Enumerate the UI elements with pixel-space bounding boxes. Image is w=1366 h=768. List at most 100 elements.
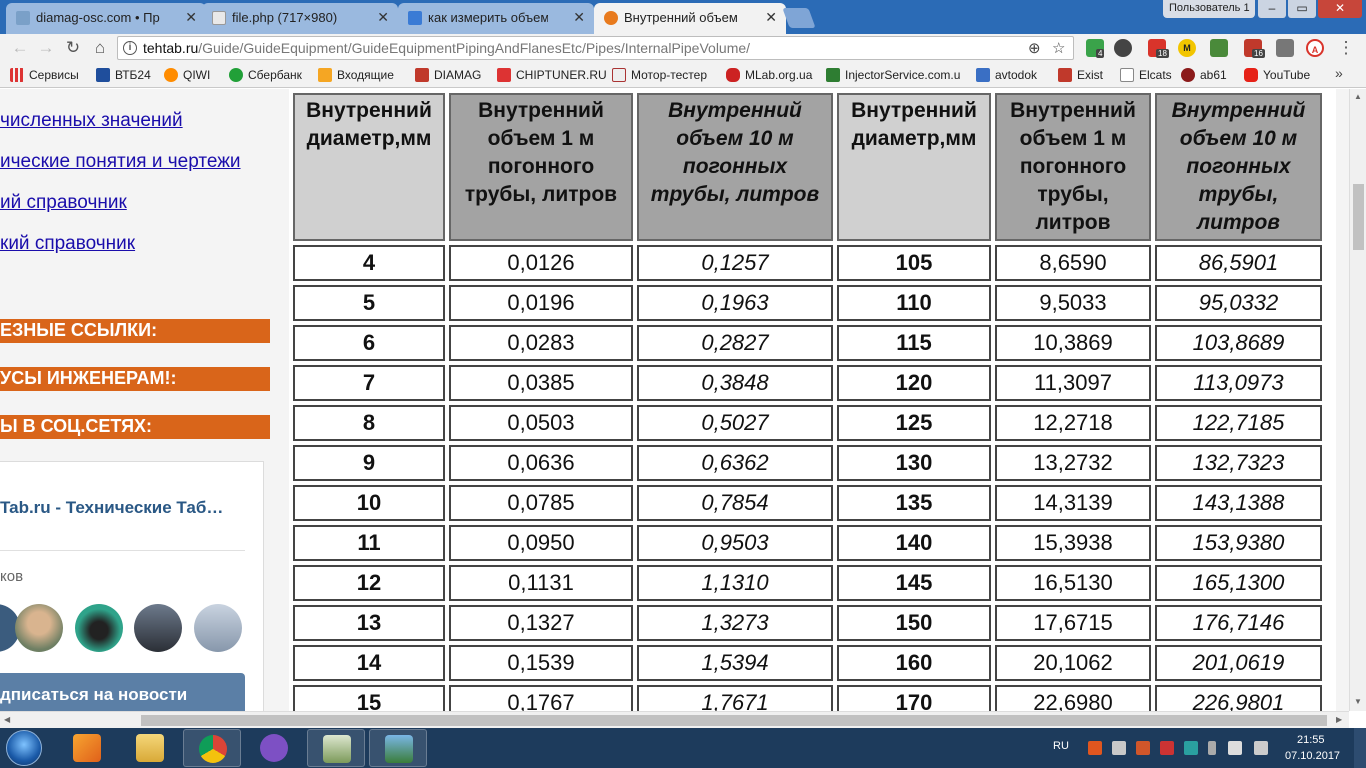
battery-icon[interactable]: [1208, 741, 1216, 755]
bookmark-inbox[interactable]: Входящие: [318, 68, 394, 82]
vk-subscribe-button[interactable]: дписаться на новости: [0, 673, 245, 711]
tab-close-icon[interactable]: ✕: [765, 9, 777, 26]
sidebar-link-numeric-values[interactable]: численных значений: [0, 110, 183, 132]
table-cell: 0,0385: [449, 365, 633, 401]
bookmark-qiwi[interactable]: QIWI: [164, 68, 210, 82]
horizontal-scroll-thumb[interactable]: [141, 715, 1327, 726]
clock-date[interactable]: 07.10.2017: [1285, 750, 1340, 762]
column-header-volume-10m: Внутренний объем 10 м погонных трубы, ли…: [1155, 93, 1322, 241]
table-cell: 115: [837, 325, 991, 361]
avatar[interactable]: [194, 604, 242, 652]
gear-favicon-icon: [604, 11, 618, 25]
tray-metamask-icon[interactable]: [1136, 741, 1150, 755]
bookmark-star-icon[interactable]: ☆: [1052, 39, 1065, 57]
taskbar-media-player[interactable]: [58, 729, 116, 767]
table-cell: 1,5394: [637, 645, 833, 681]
table-cell: 0,0283: [449, 325, 633, 361]
extension-location-icon[interactable]: [1114, 39, 1132, 57]
volume-icon[interactable]: [1254, 741, 1268, 755]
tab-favicon-icon: [16, 11, 30, 25]
tab-close-icon[interactable]: ✕: [185, 9, 197, 26]
table-cell: 12: [293, 565, 445, 601]
bookmark-elcats[interactable]: Elcats: [1120, 68, 1172, 82]
sidebar-link-reference-1[interactable]: ий справочник: [0, 192, 127, 214]
new-tab-button[interactable]: [782, 8, 816, 28]
clock-time[interactable]: 21:55: [1297, 734, 1325, 746]
bookmark-avtodok[interactable]: avtodok: [976, 68, 1037, 82]
bookmark-ab61[interactable]: ab61: [1181, 68, 1227, 82]
reload-button[interactable]: ↻: [63, 38, 83, 58]
browser-menu-icon[interactable]: ⋮: [1336, 38, 1356, 58]
table-cell: 9,5033: [995, 285, 1151, 321]
table-cell: 1,1310: [637, 565, 833, 601]
bookmark-chiptuner[interactable]: CHIPTUNER.RU: [497, 68, 607, 82]
bookmark-diamag[interactable]: DIAMAG: [415, 68, 481, 82]
language-indicator[interactable]: RU: [1053, 740, 1069, 752]
avatar[interactable]: [75, 604, 123, 652]
pipe-volume-table: Внутренний диаметр,мм Внутренний объем 1…: [289, 89, 1326, 711]
tray-red-icon[interactable]: [1160, 741, 1174, 755]
scroll-up-arrow-icon[interactable]: ▲: [1354, 92, 1362, 101]
tray-tool-icon[interactable]: [1112, 741, 1126, 755]
bookmark-injectorservice[interactable]: InjectorService.com.u: [826, 68, 960, 82]
tab-file-php[interactable]: file.php (717×980) ✕: [202, 3, 398, 34]
vk-community-title[interactable]: Tab.ru - Технические Таб…: [0, 498, 223, 518]
bookmark-apps[interactable]: Сервисы: [10, 68, 79, 82]
mail-icon: [318, 68, 332, 82]
tab-diamag[interactable]: diamag-osc.com • Прос ✕: [6, 3, 206, 34]
scroll-left-arrow-icon[interactable]: ◀: [4, 715, 10, 724]
tab-title: diamag-osc.com • Прос: [36, 10, 160, 25]
tab-close-icon[interactable]: ✕: [377, 9, 389, 26]
address-bar[interactable]: i tehtab.ru/Guide/GuideEquipment/GuideEq…: [117, 36, 1074, 60]
profile-button[interactable]: Пользователь 1: [1163, 0, 1255, 18]
taskbar-calculator[interactable]: [307, 729, 365, 767]
scroll-right-arrow-icon[interactable]: ▶: [1336, 715, 1342, 724]
taskbar-photo-viewer[interactable]: [369, 729, 427, 767]
bookmark-motor-tester[interactable]: Мотор-тестер: [612, 68, 707, 82]
bookmark-youtube[interactable]: YouTube: [1244, 68, 1310, 82]
taskbar-explorer[interactable]: [121, 729, 179, 767]
tab-internal-volume-active[interactable]: Внутренний объем пого ✕: [594, 3, 786, 34]
sidebar-link-technical-drawings[interactable]: ические понятия и чертежи: [0, 151, 241, 173]
vk-subscribers-label: ков: [0, 568, 24, 585]
taskbar-viber[interactable]: [245, 729, 303, 767]
maximize-button[interactable]: ▭: [1288, 0, 1316, 18]
table-cell: 0,0785: [449, 485, 633, 521]
forward-button[interactable]: →: [36, 38, 56, 58]
bookmark-label: Сервисы: [29, 68, 79, 82]
vertical-scroll-thumb[interactable]: [1353, 184, 1364, 250]
bookmark-vtb24[interactable]: ВТБ24: [96, 68, 151, 82]
tab-close-icon[interactable]: ✕: [573, 9, 585, 26]
scroll-down-arrow-icon[interactable]: ▼: [1354, 697, 1362, 706]
tray-network-app-icon[interactable]: [1184, 741, 1198, 755]
zoom-icon[interactable]: ⊕: [1028, 39, 1041, 57]
signal-icon[interactable]: [1228, 741, 1242, 755]
section-useful-links[interactable]: ЕЗНЫЕ ССЫЛКИ:: [0, 319, 270, 343]
extension-m-icon[interactable]: M: [1178, 39, 1196, 57]
extension-evernote-icon[interactable]: [1210, 39, 1228, 57]
bookmark-label: InjectorService.com.u: [845, 68, 961, 82]
avatar[interactable]: [15, 604, 63, 652]
bookmark-sberbank[interactable]: Сбербанк: [229, 68, 302, 82]
tray-app-icon[interactable]: [1088, 741, 1102, 755]
vertical-scrollbar[interactable]: ▲ ▼: [1349, 89, 1366, 711]
extension-clipboard-icon[interactable]: [1276, 39, 1294, 57]
bookmarks-overflow-button[interactable]: »: [1335, 65, 1343, 81]
taskbar-chrome[interactable]: [183, 729, 241, 767]
back-button[interactable]: ←: [10, 38, 30, 58]
avatar[interactable]: [134, 604, 182, 652]
home-button[interactable]: ⌂: [90, 38, 110, 58]
section-engineer-bonuses[interactable]: УСЫ ИНЖЕНЕРАМ!:: [0, 367, 270, 391]
show-desktop-button[interactable]: [1354, 728, 1366, 768]
bookmark-mlab[interactable]: MLab.org.ua: [726, 68, 812, 82]
table-cell: 16,5130: [995, 565, 1151, 601]
horizontal-scrollbar[interactable]: ◀ ▶: [0, 711, 1349, 728]
info-icon[interactable]: i: [123, 41, 137, 55]
start-button[interactable]: [6, 730, 42, 766]
extension-a-icon[interactable]: A: [1306, 39, 1324, 57]
sidebar-link-reference-2[interactable]: кий справочник: [0, 233, 135, 255]
close-window-button[interactable]: ✕: [1318, 0, 1362, 18]
minimize-button[interactable]: –: [1258, 0, 1286, 18]
bookmark-exist[interactable]: Exist: [1058, 68, 1103, 82]
tab-search[interactable]: как измерить объем тр ✕: [398, 3, 594, 34]
